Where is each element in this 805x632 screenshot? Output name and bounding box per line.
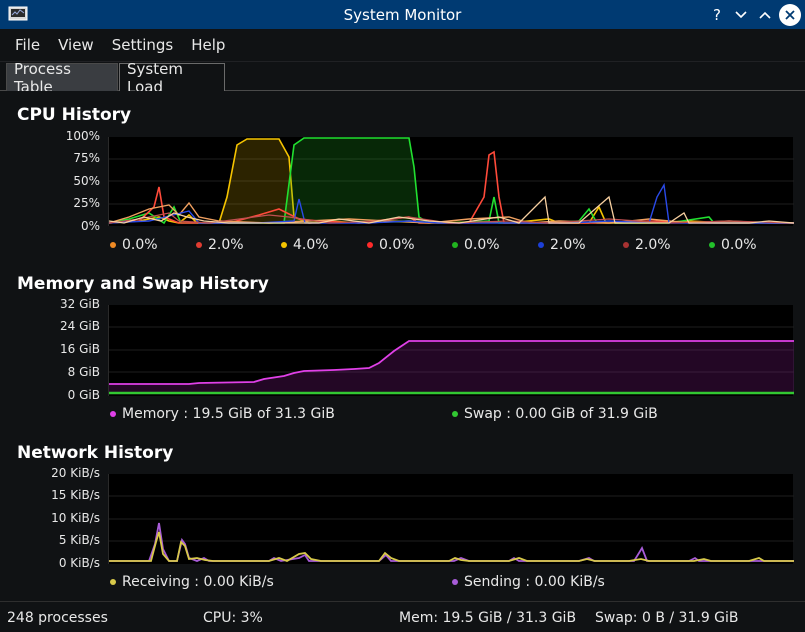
- memory-history-plot: [108, 305, 794, 396]
- cpu-legend-item: 4.0%: [281, 237, 329, 253]
- memory-ytick: 0 GiB: [67, 388, 100, 402]
- legend-dot-icon: [709, 242, 715, 248]
- sending-line: [109, 522, 794, 562]
- legend-dot-icon: [452, 242, 458, 248]
- status-swap: Swap: 0 B / 31.9 GiB: [595, 610, 739, 626]
- cpu-core-value: 2.0%: [635, 237, 671, 253]
- legend-dot-icon: [367, 242, 373, 248]
- menu-settings[interactable]: Settings: [103, 36, 183, 54]
- menu-bar: File View Settings Help: [0, 29, 805, 61]
- receiving-legend-label: Receiving : 0.00 KiB/s: [122, 574, 274, 590]
- network-history-plot: [108, 474, 794, 564]
- legend-dot-icon: [281, 242, 287, 248]
- menu-view[interactable]: View: [49, 36, 103, 54]
- cpu-history-title: CPU History: [17, 105, 132, 125]
- memory-legend-label: Memory : 19.5 GiB of 31.3 GiB: [122, 406, 335, 422]
- swap-legend-item: Swap : 0.00 GiB of 31.9 GiB: [452, 406, 658, 422]
- maximize-icon[interactable]: [753, 3, 777, 27]
- cpu-core-value: 0.0%: [379, 237, 415, 253]
- receiving-legend-item: Receiving : 0.00 KiB/s: [110, 574, 274, 590]
- cpu-legend-item: 0.0%: [110, 237, 158, 253]
- memory-ytick: 8 GiB: [67, 365, 100, 379]
- minimize-icon[interactable]: [729, 3, 753, 27]
- close-icon[interactable]: [779, 3, 801, 26]
- cpu-core-value: 0.0%: [464, 237, 500, 253]
- cpu-core-line: [108, 150, 794, 224]
- memory-ytick: 24 GiB: [60, 319, 100, 333]
- cpu-ytick: 100%: [65, 129, 100, 143]
- cpu-legend-item: 0.0%: [367, 237, 415, 253]
- cpu-core-value: 2.0%: [208, 237, 244, 253]
- memory-ytick: 32 GiB: [60, 297, 100, 311]
- system-monitor-app-icon: [8, 6, 28, 21]
- cpu-ytick: 0%: [80, 219, 100, 233]
- tab-bar: Process Table System Load: [0, 60, 805, 96]
- sending-legend-label: Sending : 0.00 KiB/s: [464, 574, 605, 590]
- cpu-ytick: 75%: [73, 151, 100, 165]
- legend-dot-icon: [110, 242, 116, 248]
- network-history-graph: [109, 495, 794, 562]
- window-title: System Monitor: [343, 5, 462, 24]
- network-ytick: 20 KiB/s: [51, 466, 100, 480]
- tab-process-table[interactable]: Process Table: [6, 60, 118, 96]
- cpu-legend-item: 0.0%: [709, 237, 757, 253]
- status-bar: 248 processes CPU: 3% Mem: 19.5 GiB / 31…: [0, 601, 805, 632]
- cpu-core-value: 2.0%: [550, 237, 586, 253]
- memory-legend-item: Memory : 19.5 GiB of 31.3 GiB: [110, 406, 335, 422]
- swap-legend-label: Swap : 0.00 GiB of 31.9 GiB: [464, 406, 658, 422]
- network-ytick: 15 KiB/s: [51, 488, 100, 502]
- cpu-legend-item: 2.0%: [196, 237, 244, 253]
- legend-dot-icon: [452, 579, 458, 585]
- receiving-line: [109, 531, 794, 562]
- status-mem: Mem: 19.5 GiB / 31.3 GiB: [399, 610, 577, 626]
- cpu-legend-item: 2.0%: [538, 237, 586, 253]
- legend-dot-icon: [452, 411, 458, 417]
- memory-area-fill: [109, 341, 794, 393]
- cpu-legend-item: 0.0%: [452, 237, 500, 253]
- legend-dot-icon: [110, 579, 116, 585]
- legend-dot-icon: [538, 242, 544, 248]
- status-cpu: CPU: 3%: [203, 610, 263, 626]
- cpu-core-value: 4.0%: [293, 237, 329, 253]
- cpu-core-value: 0.0%: [122, 237, 158, 253]
- network-ytick: 0 KiB/s: [58, 556, 100, 570]
- menu-help[interactable]: Help: [182, 36, 234, 54]
- memory-ytick: 16 GiB: [60, 342, 100, 356]
- legend-dot-icon: [110, 411, 116, 417]
- sending-legend-item: Sending : 0.00 KiB/s: [452, 574, 605, 590]
- title-bar: System Monitor ?: [0, 0, 805, 29]
- cpu-history-graph: [108, 137, 795, 225]
- network-history-title: Network History: [17, 443, 174, 463]
- cpu-core-plateau-green: [284, 138, 429, 223]
- network-ytick: 5 KiB/s: [58, 533, 100, 547]
- memory-history-title: Memory and Swap History: [17, 274, 269, 294]
- tab-system-load[interactable]: System Load: [119, 60, 225, 96]
- legend-dot-icon: [623, 242, 629, 248]
- status-processes: 248 processes: [7, 610, 108, 626]
- cpu-ytick: 25%: [73, 196, 100, 210]
- menu-file[interactable]: File: [6, 36, 49, 54]
- cpu-legend-item: 2.0%: [623, 237, 671, 253]
- system-load-panel: CPU History 100% 75% 50% 25% 0% 0.0% 2.0…: [0, 91, 805, 601]
- help-icon[interactable]: ?: [705, 3, 729, 27]
- cpu-core-value: 0.0%: [721, 237, 757, 253]
- cpu-history-plot: [108, 137, 795, 226]
- network-ytick: 10 KiB/s: [51, 511, 100, 525]
- cpu-ytick: 50%: [73, 174, 100, 188]
- memory-history-graph: [109, 326, 794, 395]
- legend-dot-icon: [196, 242, 202, 248]
